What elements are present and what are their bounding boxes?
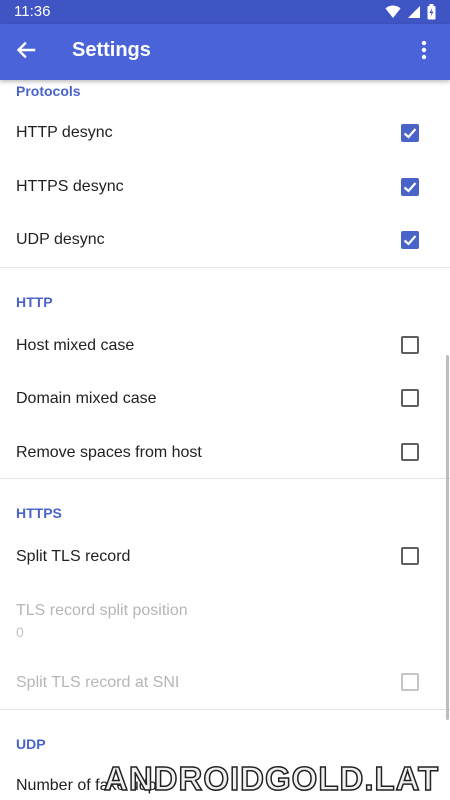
pref-split-tls-record-at-sni: Split TLS record at SNI [0, 655, 450, 709]
divider [0, 267, 450, 268]
overflow-menu-button[interactable] [408, 36, 440, 68]
checkbox-unchecked[interactable] [401, 389, 419, 407]
pref-udp-desync[interactable]: UDP desync [0, 214, 450, 268]
back-button[interactable] [10, 36, 42, 68]
pref-http-desync[interactable]: HTTP desync [0, 107, 450, 161]
checkbox-unchecked[interactable] [401, 443, 419, 461]
status-time: 11:36 [14, 3, 51, 20]
more-vert-icon [421, 40, 427, 65]
status-icons [385, 4, 436, 25]
pref-domain-mixed-case[interactable]: Domain mixed case [0, 371, 450, 425]
pref-label: HTTPS desync [16, 178, 124, 195]
status-bar: 11:36 [0, 0, 450, 24]
pref-summary: 0 [16, 624, 24, 640]
scrollbar[interactable] [446, 355, 449, 720]
pref-label: Split TLS record [16, 548, 131, 565]
battery-icon [427, 4, 436, 25]
divider [0, 709, 450, 710]
category-protocols: Protocols [16, 83, 81, 99]
pref-https-desync[interactable]: HTTPS desync [0, 161, 450, 215]
pref-label: HTTP desync [16, 124, 113, 141]
divider [0, 478, 450, 479]
category-https: HTTPS [16, 505, 62, 521]
checkbox-disabled [401, 673, 419, 691]
checkbox-unchecked[interactable] [401, 336, 419, 354]
watermark: ANDROIDGOLD.LAT [103, 759, 440, 798]
wifi-icon [385, 5, 401, 24]
arrow-back-icon [16, 40, 36, 65]
settings-list[interactable]: Protocols HTTP desync HTTPS desync UDP d… [0, 80, 450, 800]
pref-host-mixed-case[interactable]: Host mixed case [0, 318, 450, 372]
checkbox-unchecked[interactable] [401, 547, 419, 565]
pref-label: Remove spaces from host [16, 444, 202, 461]
pref-split-tls-record[interactable]: Split TLS record [0, 530, 450, 584]
pref-tls-record-split-position: TLS record split position 0 [0, 585, 450, 655]
category-http: HTTP [16, 294, 53, 310]
signal-icon [407, 5, 421, 24]
pref-label: Domain mixed case [16, 390, 157, 407]
pref-label: UDP desync [16, 231, 105, 248]
pref-remove-spaces-from-host[interactable]: Remove spaces from host [0, 425, 450, 479]
checkbox-checked[interactable] [401, 231, 419, 249]
pref-label: TLS record split position [16, 602, 188, 619]
app-bar: Settings [0, 24, 450, 80]
category-udp: UDP [16, 736, 46, 752]
page-title: Settings [72, 39, 151, 61]
pref-label: Host mixed case [16, 337, 135, 354]
pref-label: Split TLS record at SNI [16, 674, 180, 691]
checkbox-checked[interactable] [401, 124, 419, 142]
checkbox-checked[interactable] [401, 178, 419, 196]
